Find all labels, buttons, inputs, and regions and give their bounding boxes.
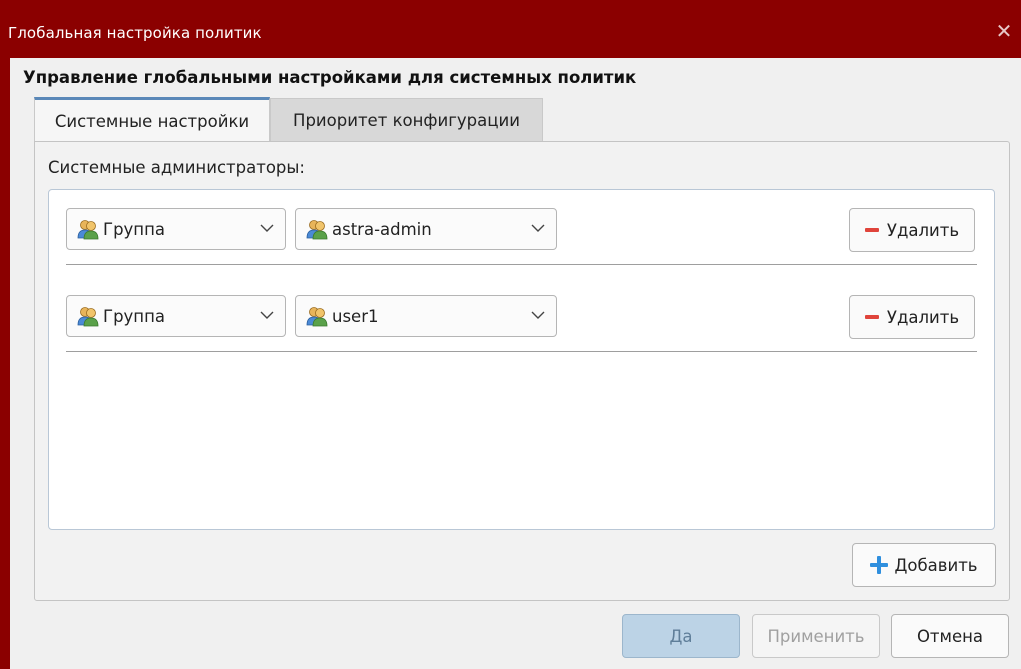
dialog-heading: Управление глобальными настройками для с…	[23, 68, 637, 87]
delete-button[interactable]: Удалить	[849, 295, 975, 339]
chevron-down-icon	[531, 224, 545, 232]
principal-type-value: Группа	[103, 219, 165, 239]
tab-bar: Системные настройки Приоритет конфигурац…	[34, 97, 543, 142]
add-label: Добавить	[894, 555, 978, 575]
principal-type-select[interactable]: Группа	[66, 295, 286, 337]
section-label: Системные администраторы:	[48, 158, 305, 177]
principal-name-select[interactable]: user1	[295, 295, 557, 337]
tab-configuration-priority[interactable]: Приоритет конфигурации	[270, 98, 543, 142]
close-icon[interactable]: ✕	[995, 21, 1013, 41]
principal-type-select[interactable]: Группа	[66, 208, 286, 250]
ok-button[interactable]: Да	[622, 614, 740, 658]
title-bar: Глобальная настройка политик ✕	[0, 0, 1021, 58]
minus-icon	[864, 315, 879, 319]
group-icon	[306, 305, 328, 327]
list-item: Группа user1 Удалить	[66, 282, 977, 352]
cancel-button[interactable]: Отмена	[891, 614, 1009, 658]
chevron-down-icon	[531, 311, 545, 319]
principal-type-value: Группа	[103, 306, 165, 326]
add-button[interactable]: Добавить	[852, 543, 996, 587]
delete-button[interactable]: Удалить	[849, 208, 975, 252]
tab-system-settings[interactable]: Системные настройки	[34, 97, 270, 142]
group-icon	[77, 218, 99, 240]
minus-icon	[864, 228, 879, 232]
group-icon	[306, 218, 328, 240]
list-item: Группа astra-admin Удалить	[66, 195, 977, 265]
delete-label: Удалить	[886, 307, 960, 327]
principal-name-select[interactable]: astra-admin	[295, 208, 557, 250]
apply-button[interactable]: Применить	[752, 614, 880, 658]
principal-name-value: user1	[332, 306, 379, 326]
delete-label: Удалить	[886, 220, 960, 240]
chevron-down-icon	[260, 311, 274, 319]
window-title: Глобальная настройка политик	[8, 24, 262, 42]
plus-icon	[870, 556, 889, 574]
principal-name-value: astra-admin	[332, 219, 432, 239]
group-icon	[77, 305, 99, 327]
chevron-down-icon	[260, 224, 274, 232]
